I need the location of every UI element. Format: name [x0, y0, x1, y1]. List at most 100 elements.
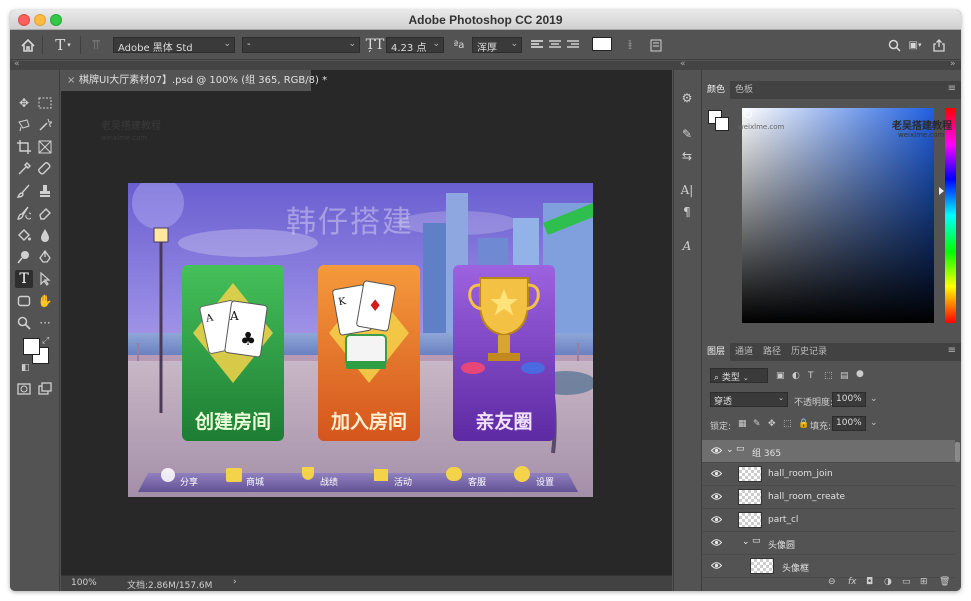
layers-scrollbar[interactable] [955, 442, 960, 462]
screen-mode-icon[interactable] [36, 380, 54, 398]
glyphs-panel-icon[interactable]: A [679, 238, 695, 254]
visibility-eye-icon[interactable] [711, 515, 722, 524]
swap-colors-icon[interactable]: ⤢ [42, 336, 49, 346]
tab-history[interactable]: 历史记录 [786, 343, 832, 361]
fill-dropdown-icon[interactable]: ⌄ [870, 418, 878, 428]
layer-row-group-365[interactable]: ⌄ ▭ 组 365 [702, 440, 955, 463]
visibility-eye-icon[interactable] [711, 538, 722, 547]
lock-position-icon[interactable]: ✥ [768, 419, 776, 429]
font-family-select[interactable]: Adobe 黑体 Std ⌄ [113, 37, 235, 53]
share-icon[interactable] [930, 36, 948, 54]
eraser-tool-icon[interactable] [36, 204, 54, 222]
layer-row-avatar-circle-group[interactable]: ⌄ ▭ 头像圆 [702, 532, 955, 555]
paint-bucket-icon[interactable] [15, 226, 33, 244]
paragraph-panel-icon[interactable]: ¶ [679, 204, 695, 220]
visibility-eye-icon[interactable] [711, 469, 722, 478]
new-layer-icon[interactable]: ⊞ [920, 577, 928, 587]
marquee-tool-icon[interactable] [36, 94, 54, 112]
dodge-tool-icon[interactable] [15, 248, 33, 266]
tab-channels[interactable]: 通道 [730, 343, 758, 361]
filter-adjustment-icon[interactable]: ◐ [792, 371, 800, 381]
filter-toggle-icon[interactable]: ● [856, 369, 864, 379]
document-tab[interactable]: × 棋牌UI大厅素材07】.psd @ 100% (组 365, RGB/8) … [61, 70, 327, 91]
filter-type-icon[interactable]: T [808, 371, 814, 381]
align-center-icon[interactable] [548, 36, 562, 54]
brush-settings-icon[interactable]: ✎ [679, 126, 695, 142]
blend-mode-select[interactable]: 穿透 ⌄ [710, 392, 788, 407]
color-panel-menu-icon[interactable]: ≡ [948, 83, 956, 94]
lock-image-icon[interactable]: ✎ [753, 419, 761, 429]
blur-tool-icon[interactable] [36, 226, 54, 244]
align-right-icon[interactable] [566, 36, 580, 54]
type-tool-preset-icon[interactable]: T ▾ [50, 36, 76, 54]
crop-tool-icon[interactable] [15, 138, 33, 156]
layer-filter-select[interactable]: ⌕ 类型 ⌄ [710, 368, 768, 383]
collapse-dock-icon[interactable]: « [680, 59, 686, 69]
link-layers-icon[interactable]: ⊖ [828, 577, 836, 587]
filter-shape-icon[interactable]: ⬚ [824, 371, 833, 381]
antialias-select[interactable]: 浑厚 ⌄ [472, 37, 522, 53]
new-group-icon[interactable]: ▭ [902, 577, 911, 587]
eyedropper-icon[interactable] [15, 160, 33, 178]
panel-bg-swatch[interactable] [715, 117, 729, 131]
lock-transparent-icon[interactable]: ▦ [738, 419, 747, 429]
tab-paths[interactable]: 路径 [758, 343, 786, 361]
libraries-panel-icon[interactable]: ⚙ [679, 90, 695, 106]
new-adjustment-icon[interactable]: ◑ [884, 577, 892, 587]
filter-pixel-icon[interactable]: ▣ [776, 371, 785, 381]
hue-slider-handle[interactable] [939, 187, 944, 195]
character-panel-icon-dock[interactable]: A| [679, 182, 695, 198]
layer-row-hall-room-create[interactable]: hall_room_create [702, 486, 955, 509]
font-style-select[interactable]: - ⌄ [242, 37, 360, 53]
more-tools-icon[interactable]: ··· [36, 314, 54, 332]
foreground-color-swatch[interactable] [23, 338, 40, 355]
search-icon[interactable] [886, 36, 902, 54]
healing-brush-icon[interactable] [36, 160, 54, 178]
tab-color[interactable]: 颜色 [702, 81, 731, 99]
magic-wand-icon[interactable] [36, 116, 54, 134]
status-expand-icon[interactable]: › [233, 577, 237, 587]
delete-layer-icon[interactable]: 🗑 [939, 577, 950, 587]
quick-mask-icon[interactable] [15, 380, 33, 398]
zoom-level[interactable]: 100% [71, 578, 97, 588]
clone-stamp-icon[interactable] [36, 182, 54, 200]
lock-artboard-icon[interactable]: ⬚ [783, 419, 792, 429]
opacity-field[interactable]: 100% [832, 392, 866, 407]
expand-group-icon[interactable]: ⌄ [726, 445, 734, 455]
path-selection-icon[interactable] [36, 270, 54, 288]
close-tab-icon[interactable]: × [67, 70, 75, 91]
layer-style-icon[interactable]: fx [848, 577, 857, 587]
fill-field[interactable]: 100% [832, 416, 866, 431]
filter-smart-object-icon[interactable]: ▤ [840, 371, 849, 381]
layer-row-hall-room-join[interactable]: hall_room_join [702, 463, 955, 486]
visibility-eye-icon[interactable] [711, 561, 722, 570]
visibility-eye-icon[interactable] [711, 492, 722, 501]
layer-row-part-cl[interactable]: part_cl [702, 509, 955, 532]
collapse-toolbar-icon[interactable]: « [14, 59, 20, 69]
hand-tool-icon[interactable]: ✋ [36, 292, 54, 310]
default-colors-icon[interactable]: ◧ [21, 363, 30, 373]
layers-panel-menu-icon[interactable]: ≡ [948, 345, 956, 356]
tab-layers[interactable]: 图层 [702, 343, 731, 361]
visibility-eye-icon[interactable] [711, 446, 722, 455]
lock-all-icon[interactable]: 🔒 [798, 419, 809, 429]
brush-tool-icon[interactable] [15, 182, 33, 200]
type-tool-icon[interactable]: T [15, 270, 33, 288]
zoom-tool-icon[interactable] [15, 314, 33, 332]
expand-group-icon[interactable]: ⌄ [742, 537, 750, 547]
hue-slider[interactable] [945, 108, 956, 323]
workspace-icon[interactable]: ▣ ▾ [906, 36, 924, 54]
move-tool-icon[interactable]: ✥ [15, 94, 33, 112]
font-size-select[interactable]: 4.23 点 ⌄ [386, 37, 444, 53]
warp-text-icon[interactable]: ⱡ [622, 36, 638, 54]
canvas[interactable]: A ♣ A ♦ K 韩仔搭建 创建房间 加入房间 亲友圈 分享 商城 战绩 活动… [128, 183, 593, 497]
align-left-icon[interactable] [530, 36, 544, 54]
frame-tool-icon[interactable] [36, 138, 54, 156]
history-brush-icon[interactable] [15, 204, 33, 222]
lasso-tool-icon[interactable] [15, 116, 33, 134]
color-field[interactable] [742, 108, 934, 323]
layer-row-avatar-frame[interactable]: 头像框 [702, 555, 955, 578]
toggle-text-orientation-icon[interactable]: ⫪ [86, 36, 106, 54]
pen-tool-icon[interactable] [36, 248, 54, 266]
expand-panels-icon[interactable]: » [950, 59, 956, 69]
